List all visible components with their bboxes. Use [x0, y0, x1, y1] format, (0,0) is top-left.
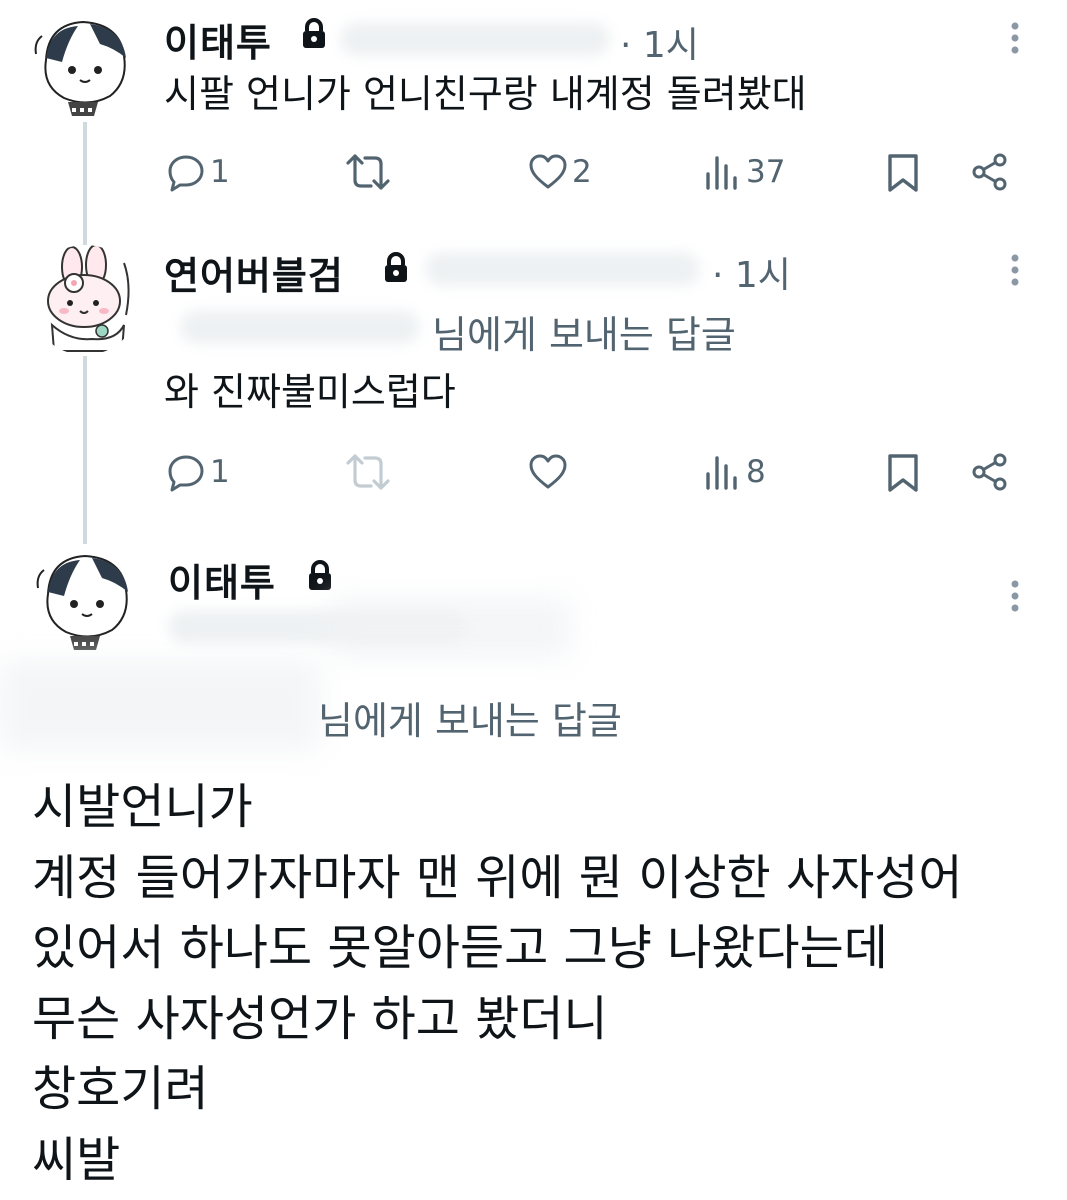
timestamp[interactable]: · 1시: [712, 246, 791, 298]
retweet-button: [345, 452, 391, 492]
retweet-button[interactable]: [345, 152, 391, 192]
avatar[interactable]: [30, 245, 140, 355]
like-button[interactable]: [528, 452, 572, 492]
reply-count: 1: [210, 454, 230, 490]
share-icon: [972, 153, 1007, 191]
lock-icon: [303, 18, 325, 48]
more-icon[interactable]: [1008, 20, 1022, 56]
like-button[interactable]: 2: [528, 152, 592, 192]
tweet-line: 있어서 하나도 못알아듣고 그냥 나왔다는데: [32, 920, 888, 976]
thread-line: [83, 356, 87, 544]
more-icon[interactable]: [1008, 578, 1022, 614]
tweet-line: 계정 들어가자마자 맨 위에 뭔 이상한 사자성어: [32, 849, 963, 906]
author-name[interactable]: 연어버블검: [164, 245, 344, 300]
lock-icon: [385, 252, 407, 282]
more-icon[interactable]: [1008, 252, 1022, 288]
reply-icon: [168, 455, 204, 492]
avatar-rabbit-image: [47, 245, 130, 352]
author-name[interactable]: 이태투: [164, 12, 272, 67]
redaction-smudge: [0, 660, 320, 750]
retweet-icon: [346, 154, 390, 190]
reply-target-redacted: [180, 310, 420, 344]
avatar[interactable]: [30, 546, 140, 656]
bookmark-icon: [888, 454, 918, 492]
share-icon: [972, 453, 1007, 491]
share-button[interactable]: [970, 152, 1010, 192]
author-name[interactable]: 이태투: [168, 552, 276, 607]
avatar-cat-image: [34, 20, 126, 116]
like-icon: [529, 454, 567, 489]
tweet-line: 창호기려: [32, 1061, 209, 1117]
views-count: 37: [746, 154, 786, 190]
bookmark-button[interactable]: [886, 152, 920, 194]
reply-count: 1: [210, 154, 230, 190]
tweet-text: 와 진짜불미스럽다: [164, 370, 456, 414]
reply-button[interactable]: 1: [166, 452, 230, 492]
share-button[interactable]: [970, 452, 1010, 492]
bookmark-button[interactable]: [886, 452, 920, 494]
tweet-body: 시발언니가 계정 들어가자마자 맨 위에 뭔 이상한 사자성어 있어서 하나도 …: [32, 772, 963, 1195]
views-count: 8: [746, 454, 766, 490]
tweet-line: 무슨 사자성언가 하고 봤더니: [32, 990, 608, 1047]
lock-icon: [309, 560, 331, 590]
bookmark-icon: [888, 154, 918, 192]
views-button[interactable]: 37: [704, 152, 785, 192]
redaction-smudge: [330, 598, 570, 658]
views-icon: [706, 456, 737, 490]
reply-to-label[interactable]: 님에게 보내는 답글: [432, 304, 736, 359]
tweet-line: 시발언니가: [32, 779, 253, 835]
avatar-cat-image: [36, 554, 128, 650]
reply-button[interactable]: 1: [166, 152, 230, 192]
avatar[interactable]: [28, 12, 138, 122]
tweet-text: 시팔 언니가 언니친구랑 내계정 돌려봤대: [164, 72, 807, 116]
handle-redacted: [425, 252, 700, 286]
like-icon: [529, 154, 567, 189]
views-button[interactable]: 8: [704, 452, 766, 492]
reply-icon: [168, 155, 204, 192]
handle-redacted: [340, 22, 610, 56]
reply-to-label[interactable]: 님에게 보내는 답글: [318, 690, 622, 745]
thread-line: [83, 122, 87, 245]
tweet-line: 씨발: [32, 1131, 121, 1188]
retweet-icon: [346, 454, 390, 490]
views-icon: [706, 156, 737, 190]
like-count: 2: [572, 154, 592, 190]
timestamp[interactable]: · 1시: [620, 16, 699, 68]
